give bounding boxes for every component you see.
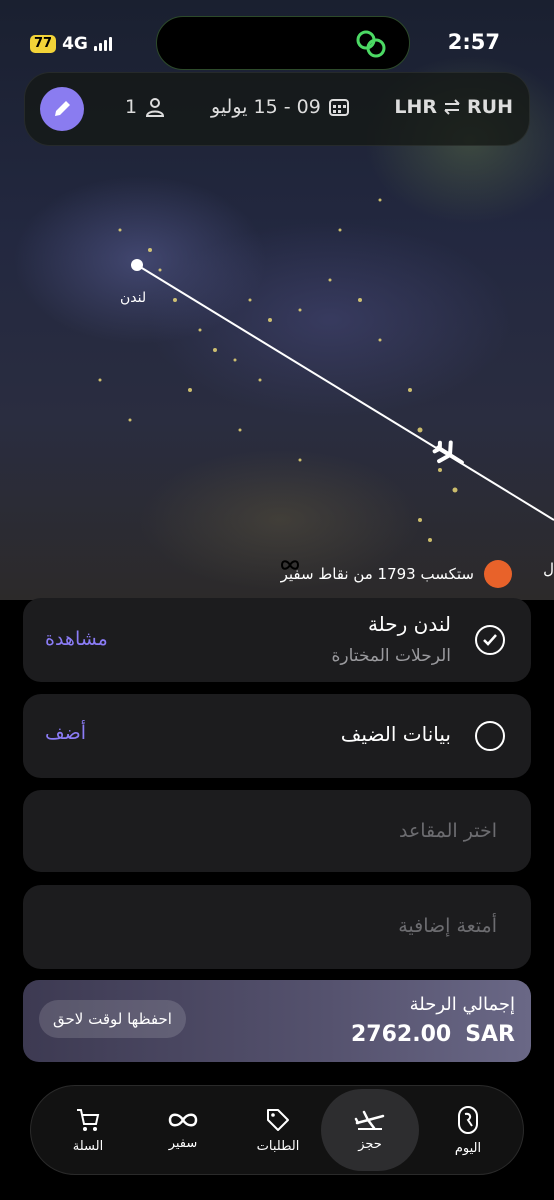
checked-circle-icon [475, 625, 505, 655]
network-type: 4G [62, 34, 88, 54]
points-text: ستكسب 1793 من نقاط سفير [280, 565, 474, 583]
destination-code: RUH [467, 96, 513, 118]
edit-search-button[interactable] [40, 87, 84, 131]
total-value: 2762.00 [350, 1022, 452, 1047]
passenger-count-value: 1 [125, 96, 138, 118]
nav-item-today[interactable]: اليوم [419, 1086, 517, 1174]
baggage-step-card[interactable]: أمتعة إضافية [23, 885, 531, 969]
nav-label-today: اليوم [454, 1140, 482, 1156]
battery-network: 77 4G [30, 34, 112, 54]
bottom-nav: السلة سفير الطلبات حجز اليوم [30, 1085, 524, 1175]
infinity-icon [168, 1113, 198, 1126]
nav-item-cart[interactable]: السلة [39, 1086, 137, 1174]
cart-icon [77, 1108, 100, 1131]
flight-step-card[interactable]: لندن رحلة الرحلات المختارة مشاهدة [23, 598, 531, 682]
safir-points-icon [280, 560, 512, 588]
flight-step-subtitle: الرحلات المختارة [331, 646, 451, 666]
total-amount: 2762.00 SAR [351, 1022, 515, 1047]
total-currency: SAR [465, 1022, 515, 1047]
flight-step-title: لندن رحلة [367, 612, 451, 636]
battery-level: 77 [30, 35, 57, 53]
seats-step-label: اختر المقاعد [398, 820, 497, 842]
passenger-count[interactable]: 1 [125, 96, 165, 118]
origin-city-label: لندن [120, 290, 147, 306]
pencil-icon [55, 101, 70, 116]
clock: 2:57 [447, 30, 500, 54]
calendar-icon [328, 99, 349, 116]
origin-code: LHR [394, 96, 438, 118]
nav-label-cart: السلة [72, 1138, 104, 1154]
nav-item-safir[interactable]: سفير [134, 1086, 232, 1174]
nav-item-orders[interactable]: الطلبات [229, 1086, 327, 1174]
view-flight-button[interactable]: مشاهدة [45, 628, 108, 650]
guest-step-card[interactable]: بيانات الضيف أضف [23, 694, 531, 778]
destination-label-partial: ل [543, 560, 554, 578]
empty-circle-icon [475, 721, 505, 751]
dynamic-island [156, 16, 410, 70]
link-icon [355, 29, 387, 63]
date-range[interactable]: 09 - 15 يوليو [211, 96, 349, 118]
date-range-text: 09 - 15 يوليو [211, 96, 321, 118]
plane-icon [354, 1110, 385, 1130]
origin-marker [131, 259, 143, 271]
person-icon [146, 98, 165, 117]
nav-label-safir: سفير [168, 1135, 198, 1151]
nav-label-booking: حجز [358, 1136, 382, 1152]
nav-label-orders: الطلبات [256, 1138, 300, 1154]
trip-total-card: إجمالي الرحلة 2762.00 SAR احفظها لوقت لا… [23, 980, 531, 1062]
save-for-later-button[interactable]: احفظها لوقت لاحق [39, 1000, 186, 1038]
nav-item-booking[interactable]: حجز [321, 1089, 419, 1171]
total-label: إجمالي الرحلة [409, 994, 515, 1015]
route[interactable]: LHR RUH [394, 96, 513, 118]
trip-search-bar[interactable]: 1 09 - 15 يوليو LHR RUH [24, 72, 530, 146]
add-guest-button[interactable]: أضف [45, 722, 86, 744]
tag-icon [267, 1108, 289, 1131]
guest-step-title: بيانات الضيف [340, 722, 451, 746]
baggage-step-label: أمتعة إضافية [398, 915, 497, 937]
riyadh-logo-icon [458, 1105, 478, 1134]
points-earn-row: ستكسب 1793 من نقاط سفير [280, 560, 512, 588]
signal-icon [93, 37, 112, 51]
seats-step-card[interactable]: اختر المقاعد [23, 790, 531, 872]
flight-path [136, 264, 554, 521]
plane-marker [432, 440, 464, 465]
status-bar: 77 4G 2:57 [0, 16, 554, 72]
swap-icon [444, 99, 460, 115]
